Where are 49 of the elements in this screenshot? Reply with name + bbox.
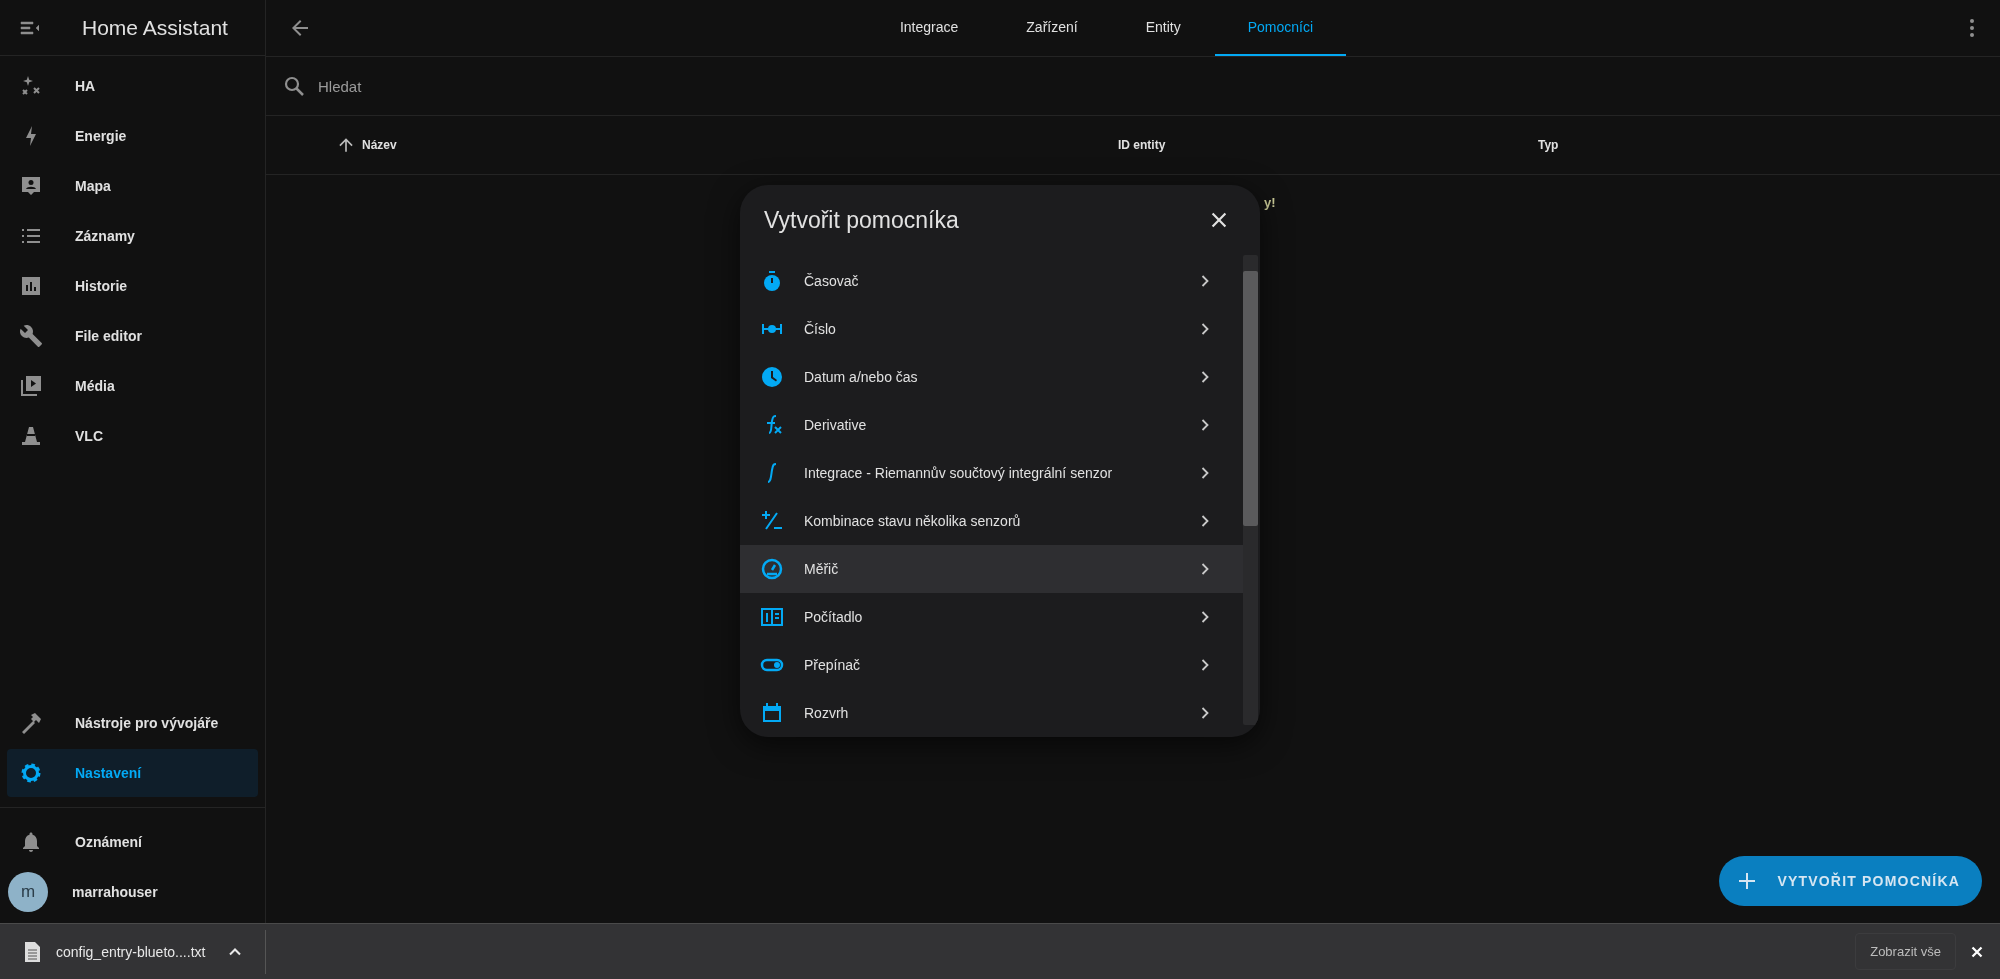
search-field[interactable]: Hledat	[316, 76, 620, 96]
sidebar-icon	[19, 174, 43, 198]
helper-type-item[interactable]: Kombinace stavu několika senzorů	[740, 497, 1243, 545]
sidebar-item[interactable]: Energie	[7, 112, 258, 160]
sidebar-icon	[19, 424, 43, 448]
column-title: Název	[362, 138, 397, 152]
sidebar-item[interactable]: Historie	[7, 262, 258, 310]
show-all-button[interactable]: Zobrazit vše	[1855, 933, 1956, 970]
sidebar-item[interactable]: Záznamy	[7, 212, 258, 260]
helper-type-item[interactable]: Derivative	[740, 401, 1243, 449]
helper-icon	[760, 701, 784, 725]
sidebar-item[interactable]: Nastavení	[7, 749, 258, 797]
helper-type-item[interactable]: Číslo	[740, 305, 1243, 353]
sidebar-item[interactable]: Média	[7, 362, 258, 410]
helper-type-item[interactable]: Časovač	[740, 257, 1243, 305]
sidebar-item[interactable]: Nástroje pro vývojáře	[7, 699, 258, 747]
helper-icon	[760, 605, 784, 629]
empty-message: y!	[1264, 195, 1276, 210]
user-item[interactable]: m marrahouser	[7, 868, 258, 916]
sidebar-item[interactable]: VLC	[7, 412, 258, 460]
column-header[interactable]: ID entity	[1118, 138, 1538, 152]
scrollbar[interactable]	[1243, 255, 1258, 725]
user-avatar: m	[8, 872, 48, 912]
tab[interactable]: Integrace	[865, 0, 993, 56]
sidebar-icon	[19, 374, 43, 398]
helper-icon	[760, 557, 784, 581]
column-header[interactable]: Název	[336, 135, 1118, 155]
sidebar-item[interactable]: Mapa	[7, 162, 258, 210]
sidebar-item[interactable]: File editor	[7, 312, 258, 360]
tab[interactable]: Pomocníci	[1214, 0, 1347, 56]
settings-icon	[19, 761, 43, 785]
helper-type-item[interactable]: Datum a/nebo čas	[740, 353, 1243, 401]
helper-type-item[interactable]: Integrace - Riemannův součtový integrální senzor	[740, 449, 1243, 497]
tab[interactable]: Zařízení	[992, 0, 1112, 56]
helper-type-item[interactable]: Měřič	[740, 545, 1243, 593]
column-header[interactable]: Typ	[1538, 138, 1559, 152]
download-item[interactable]: config_entry-blueto....txt	[20, 939, 266, 964]
dialog-title: Vytvořit pomocníka	[764, 206, 959, 234]
helper-type-item[interactable]: Přepínač	[740, 641, 1243, 689]
sidebar-item[interactable]: HA	[7, 62, 258, 110]
helper-type-item[interactable]: Rozvrh	[740, 689, 1243, 737]
tab[interactable]: Entity	[1111, 0, 1215, 56]
notifications-item[interactable]: Oznámení	[7, 818, 258, 866]
helper-icon	[760, 365, 784, 389]
sidebar-icon	[19, 324, 43, 348]
helper-type-item[interactable]: Počítadlo	[740, 593, 1243, 641]
sidebar-icon	[19, 274, 43, 298]
search-icon	[282, 74, 306, 98]
app-title: Home Assistant	[82, 15, 228, 40]
